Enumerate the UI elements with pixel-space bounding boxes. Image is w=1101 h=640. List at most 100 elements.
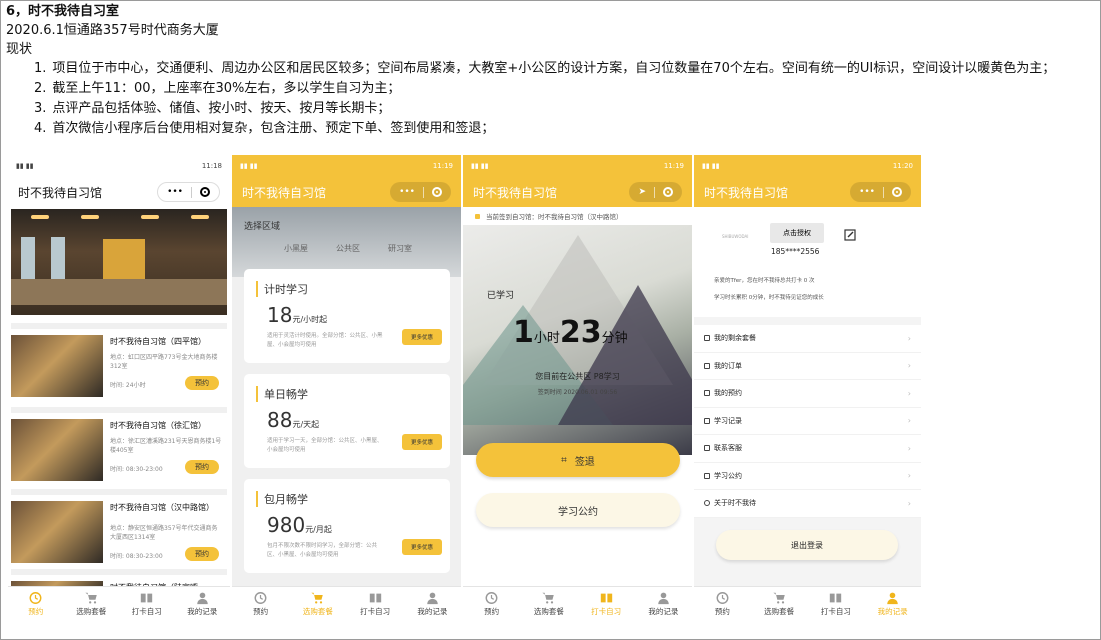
tab-label: 预约 — [253, 606, 269, 616]
region-tab[interactable]: 研习室 — [388, 243, 412, 254]
app-title: 时不我待自习馆 — [704, 185, 789, 200]
region-tab[interactable]: 小黑屋 — [284, 243, 308, 254]
authorize-button[interactable]: 点击授权 — [770, 223, 824, 243]
tab-label: 选购套餐 — [302, 606, 333, 616]
location-arrow-icon[interactable]: ➤ — [638, 187, 646, 197]
tab-reserve[interactable]: 预约 — [463, 587, 520, 620]
tab-checkin[interactable]: 打卡自习 — [347, 587, 404, 620]
menu-item-reservations[interactable]: 我的预约 › — [694, 380, 921, 408]
brand-logo: SHIBUWODAI — [722, 234, 749, 239]
store-hours: 时间: 08:30-23:00 — [110, 466, 163, 473]
tab-records[interactable]: 我的记录 — [635, 587, 692, 620]
tab-records[interactable]: 我的记录 — [864, 587, 921, 620]
list-text: 项目位于市中心，交通便利、周边办公区和居民区较多；空间布局紧凑，大教室+小公区的… — [52, 61, 1056, 76]
package-title: 单日畅学 — [256, 386, 308, 402]
menu-item-rules[interactable]: 学习公约 › — [694, 463, 921, 490]
signal-icon: ▮▮ ▮▮ — [471, 162, 489, 170]
status-bar: ▮▮ ▮▮ 11:19 — [463, 155, 692, 177]
calendar-icon — [704, 390, 710, 397]
store-card[interactable]: 时不我待自习馆（徐汇馆） 地点：徐汇区漕溪路231号天恩商务楼1号楼405室 时… — [11, 407, 227, 481]
more-offers-button[interactable]: 更多优惠 — [402, 434, 442, 450]
menu-item-packages[interactable]: 我的剩余套餐 › — [694, 325, 921, 353]
region-tab[interactable]: 公共区 — [336, 243, 360, 254]
store-hours: 时间: 24小时 — [110, 382, 146, 389]
menu-item-support[interactable]: 联系客服 › — [694, 435, 921, 463]
list-item: 2. 截至上午11：00，上座率在30%左右，多以学生自习为主； — [34, 79, 1096, 99]
tab-records[interactable]: 我的记录 — [175, 587, 231, 620]
more-icon[interactable]: ••• — [399, 187, 415, 197]
miniprogram-capsule[interactable]: ➤ — [629, 182, 682, 202]
tab-label: 我的记录 — [417, 606, 448, 616]
chevron-right-icon: › — [907, 471, 911, 481]
close-circle-icon[interactable] — [892, 187, 902, 197]
book-icon — [828, 591, 843, 605]
signal-icon: ▮▮ ▮▮ — [702, 162, 720, 170]
more-icon[interactable]: ••• — [167, 187, 183, 197]
doc-date-address: 2020.6.1恒通路357号时代商务大厦 — [6, 23, 219, 38]
user-icon — [195, 591, 210, 605]
tab-records[interactable]: 我的记录 — [404, 587, 461, 620]
banner-text: 当前签到自习馆：时不我待自习馆（汉中路馆） — [486, 213, 623, 221]
package-desc: 适用于灵活计时使用。全部分馆：公共区、小黑屋、小会屋均可使用 — [267, 333, 383, 348]
region-tabs: 小黑屋 公共区 研习室 — [284, 243, 412, 254]
menu-item-about[interactable]: 关于时不我待 › — [694, 490, 921, 518]
tab-checkin[interactable]: 打卡自习 — [578, 587, 635, 620]
tab-reserve[interactable]: 预约 — [694, 587, 751, 620]
tab-packages[interactable]: 选购套餐 — [289, 587, 346, 620]
menu-label: 我的剩余套餐 — [714, 334, 756, 343]
price-unit: 元/天起 — [292, 420, 320, 429]
reserve-button[interactable]: 预约 — [185, 376, 219, 390]
package-card[interactable]: 包月畅学 980元/月起 包月不限次数不限时间学习，全部分馆：公共区、小黑屋、小… — [244, 479, 450, 573]
tab-reserve[interactable]: 预约 — [232, 587, 289, 620]
status-time: 11:19 — [432, 162, 453, 170]
miniprogram-capsule[interactable]: ••• — [850, 182, 911, 202]
reserve-button[interactable]: 预约 — [185, 547, 219, 561]
store-card[interactable]: 时不我待自习馆（汉中路馆） 地点：静安区恒通路357号年代交通商务大厦西区131… — [11, 489, 227, 563]
package-price: 980元/月起 — [267, 513, 332, 537]
study-summary: 学习时长累积 0分钟，时不我待见证您的成长 — [714, 295, 824, 301]
more-icon[interactable]: ••• — [859, 187, 875, 197]
store-card[interactable]: 时不我待自习馆（四平馆） 地点：虹口区四平路773号金大地商务楼312室 时间:… — [11, 323, 227, 397]
store-name: 时不我待自习馆（汉中路馆） — [110, 503, 214, 512]
price-unit: 元/小时起 — [292, 315, 328, 324]
package-card[interactable]: 单日畅学 88元/天起 适用于学习一天，全部分馆：公共区、小黑屋、小会屋均可使用… — [244, 374, 450, 468]
package-title: 包月畅学 — [256, 491, 308, 507]
edit-icon[interactable] — [844, 229, 856, 241]
more-offers-button[interactable]: 更多优惠 — [402, 329, 442, 345]
reserve-button[interactable]: 预约 — [185, 460, 219, 474]
tab-packages[interactable]: 选购套餐 — [751, 587, 808, 620]
close-circle-icon[interactable] — [432, 187, 442, 197]
hours-unit: 小时 — [533, 331, 560, 346]
doc-list: 1. 项目位于市中心，交通便利、周边办公区和居民区较多；空间布局紧凑，大教室+小公… — [34, 59, 1096, 139]
tab-label: 打卡自习 — [131, 606, 162, 616]
app-title: 时不我待自习馆 — [473, 185, 558, 200]
list-number: 1. — [34, 61, 47, 76]
miniprogram-capsule[interactable]: ••• — [157, 182, 220, 202]
tab-packages[interactable]: 选购套餐 — [520, 587, 577, 620]
checkout-button[interactable]: ⌗ 签退 — [476, 443, 680, 477]
checkin-summary: 亲爱的Tfer，您在时不我待总共打卡 0 次 — [714, 278, 815, 284]
checkout-label: 签退 — [574, 456, 595, 468]
phone-screenshot-stores: ▮▮ ▮▮ 11:18 时不我待自习馆 ••• 时不我待自习馆（四平馆） 地点：虹… — [8, 155, 230, 620]
logout-button[interactable]: 退出登录 — [716, 530, 898, 560]
package-card[interactable]: 计时学习 18元/小时起 适用于灵活计时使用。全部分馆：公共区、小黑屋、小会屋均… — [244, 269, 450, 363]
tab-reserve[interactable]: 预约 — [8, 587, 64, 620]
close-circle-icon[interactable] — [200, 187, 210, 197]
package-desc: 包月不限次数不限时间学习，全部分馆：公共区、小黑屋、小会屋均可使用 — [267, 543, 378, 558]
tab-checkin[interactable]: 打卡自习 — [808, 587, 865, 620]
store-address: 地点：虹口区四平路773号金大地商务楼312室 — [110, 354, 218, 370]
tab-packages[interactable]: 选购套餐 — [64, 587, 120, 620]
region-label: 选择区域 — [244, 222, 281, 232]
status-bar: ▮▮ ▮▮ 11:18 — [8, 155, 230, 177]
more-offers-button[interactable]: 更多优惠 — [402, 539, 442, 555]
user-icon — [885, 591, 900, 605]
miniprogram-capsule[interactable]: ••• — [390, 182, 451, 202]
tab-checkin[interactable]: 打卡自习 — [119, 587, 175, 620]
close-circle-icon[interactable] — [663, 187, 673, 197]
tab-label: 预约 — [714, 606, 730, 616]
menu-item-study-records[interactable]: 学习记录 › — [694, 408, 921, 435]
chevron-right-icon: › — [907, 333, 911, 343]
study-rules-button[interactable]: 学习公约 — [476, 493, 680, 527]
menu-item-orders[interactable]: 我的订单 › — [694, 353, 921, 380]
nav-bar: 时不我待自习馆 ➤ — [463, 177, 692, 207]
